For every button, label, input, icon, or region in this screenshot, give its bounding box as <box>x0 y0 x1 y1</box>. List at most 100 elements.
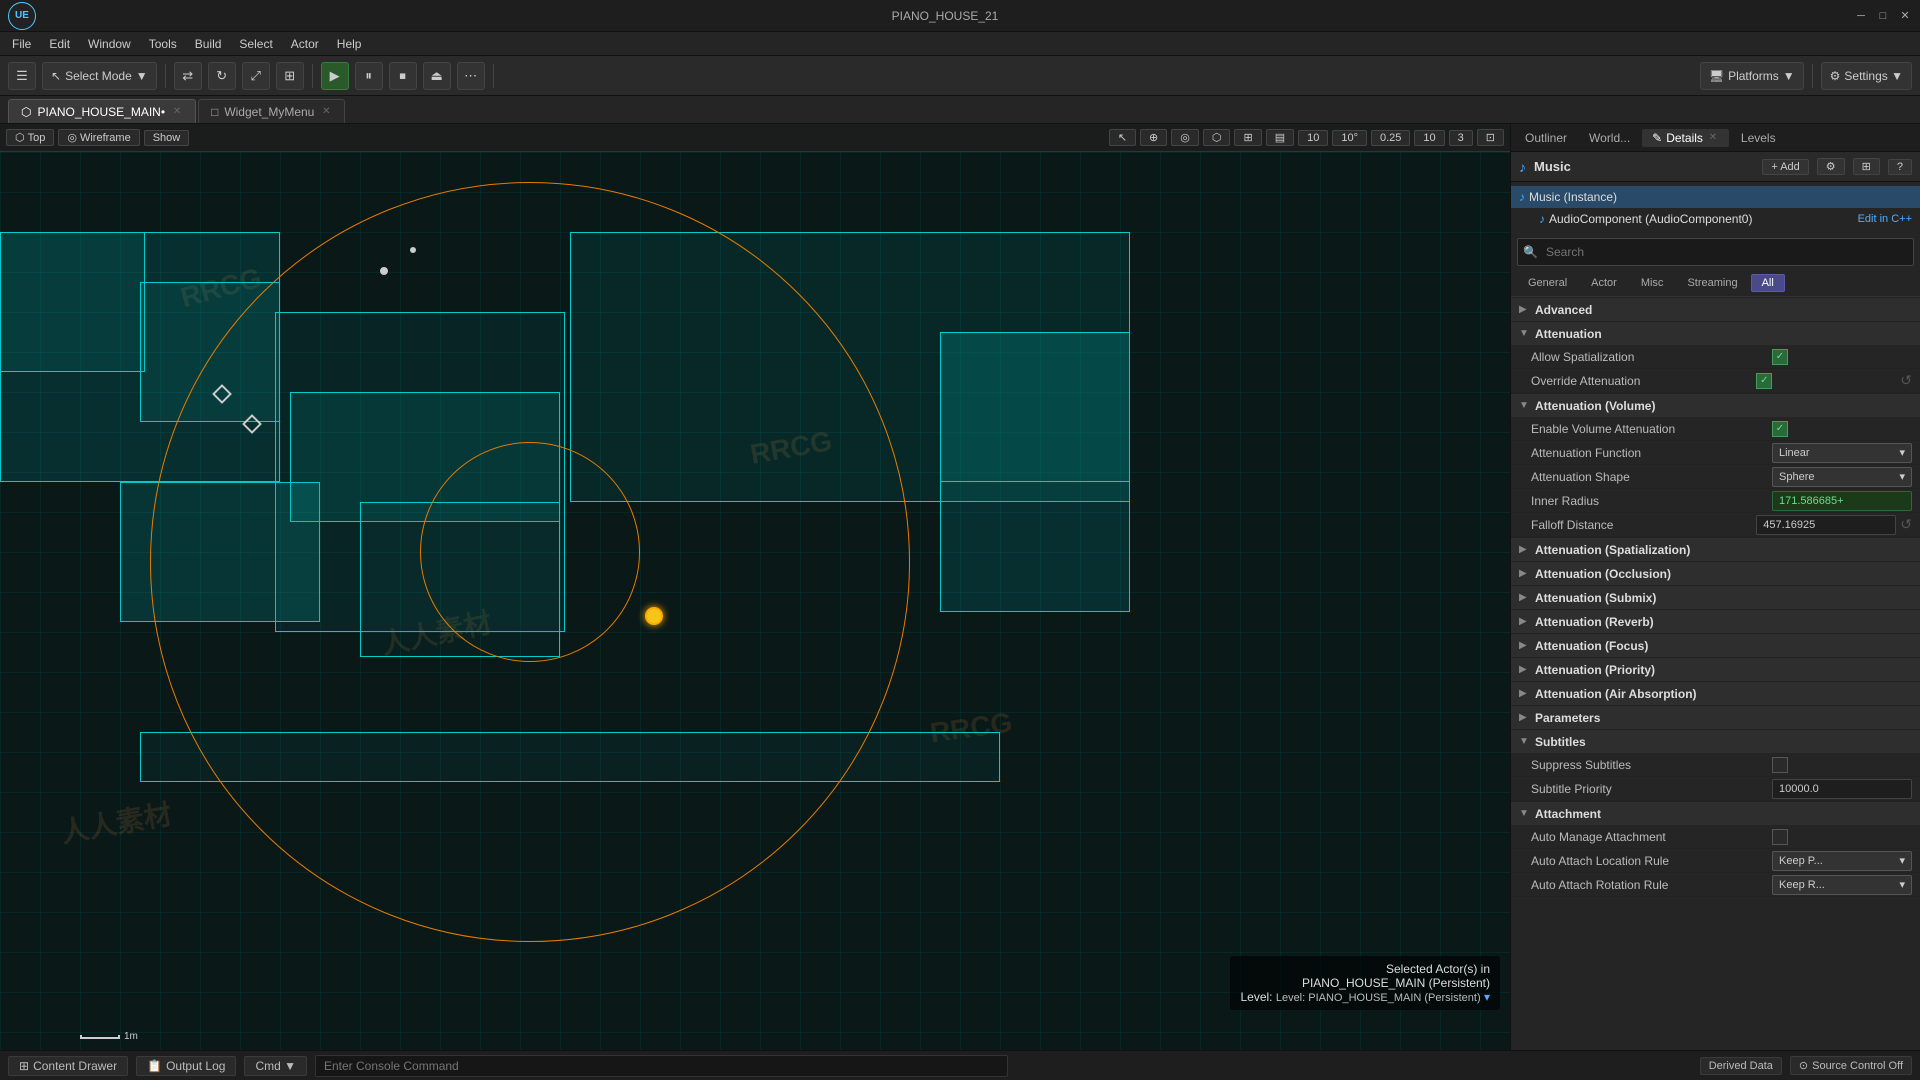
falloff-distance-reset[interactable]: ↺ <box>1900 516 1912 533</box>
menu-help[interactable]: Help <box>329 35 370 53</box>
menu-tools[interactable]: Tools <box>141 35 185 53</box>
vp-icon-1[interactable]: ↖ <box>1109 129 1136 146</box>
filter-tab-all[interactable]: All <box>1751 274 1785 292</box>
menu-window[interactable]: Window <box>80 35 139 53</box>
menu-select[interactable]: Select <box>231 35 280 53</box>
property-search-input[interactable] <box>1517 238 1914 266</box>
vp-icon-2[interactable]: ⊕ <box>1140 129 1167 146</box>
vp-viewport-count-alt[interactable]: 3 <box>1449 130 1473 146</box>
platforms-button[interactable]: 🖥 Platforms ▼ <box>1700 62 1804 90</box>
section-attenuation-focus[interactable]: ▶ Attenuation (Focus) <box>1511 633 1920 657</box>
stop-button[interactable]: ⏹ <box>389 62 417 90</box>
auto-manage-attachment-checkbox[interactable] <box>1772 829 1788 845</box>
cmd-button[interactable]: Cmd ▼ <box>244 1056 307 1076</box>
panel-tab-details[interactable]: ✎ Details ✕ <box>1642 129 1729 147</box>
subtitle-priority-input[interactable] <box>1772 779 1912 799</box>
tab-widget-close[interactable]: ✕ <box>320 106 332 118</box>
section-attenuation-air-absorption[interactable]: ▶ Attenuation (Air Absorption) <box>1511 681 1920 705</box>
viewport-lit-button[interactable]: ◎ Wireframe <box>58 129 139 146</box>
override-attenuation-reset[interactable]: ↺ <box>1900 372 1912 389</box>
minimize-button[interactable]: ─ <box>1854 9 1868 23</box>
panel-help-button[interactable]: ? <box>1888 159 1912 175</box>
allow-spatialization-checkbox[interactable] <box>1772 349 1788 365</box>
menu-edit[interactable]: Edit <box>41 35 78 53</box>
tree-item-audio-component[interactable]: ♪ AudioComponent (AudioComponent0) Edit … <box>1511 208 1920 230</box>
panel-tab-levels[interactable]: Levels <box>1731 129 1786 147</box>
console-input[interactable] <box>315 1055 1008 1077</box>
attenuation-shape-dropdown[interactable]: Sphere ▾ <box>1772 467 1912 487</box>
air-absorption-title: Attenuation (Air Absorption) <box>1535 687 1697 701</box>
panel-view-button[interactable]: ⊞ <box>1853 158 1880 175</box>
section-attenuation-reverb[interactable]: ▶ Attenuation (Reverb) <box>1511 609 1920 633</box>
vp-maximize[interactable]: ⊡ <box>1477 129 1504 146</box>
vp-icon-3[interactable]: ◎ <box>1171 129 1199 146</box>
scene-rect-2 <box>0 232 145 372</box>
transform-space-button[interactable]: ⊞ <box>276 62 304 90</box>
section-parameters[interactable]: ▶ Parameters <box>1511 705 1920 729</box>
vp-icon-5[interactable]: ⊞ <box>1234 129 1261 146</box>
tab-main-close[interactable]: ✕ <box>171 106 183 118</box>
vp-icon-4[interactable]: ⬡ <box>1203 129 1231 146</box>
falloff-distance-input[interactable] <box>1756 515 1896 535</box>
tab-main-map[interactable]: ⬡ PIANO_HOUSE_MAIN• ✕ <box>8 99 196 123</box>
menu-actor[interactable]: Actor <box>283 35 327 53</box>
panel-tab-outliner[interactable]: Outliner <box>1515 129 1577 147</box>
enable-volume-attenuation-checkbox[interactable] <box>1772 421 1788 437</box>
pause-button[interactable]: ⏸ <box>355 62 383 90</box>
select-mode-button[interactable]: ↖ Select Mode ▼ <box>42 62 157 90</box>
eject-button[interactable]: ⏏ <box>423 62 451 90</box>
tab-widget[interactable]: □ Widget_MyMenu ✕ <box>198 99 345 123</box>
details-tab-close[interactable]: ✕ <box>1707 132 1719 144</box>
scale-tool-button[interactable]: ⤢ <box>242 62 270 90</box>
perspective-icon: ⬡ <box>15 131 25 144</box>
auto-attach-rotation-dropdown[interactable]: Keep R... ▾ <box>1772 875 1912 895</box>
filter-tab-actor[interactable]: Actor <box>1580 274 1628 292</box>
override-attenuation-checkbox[interactable] <box>1756 373 1772 389</box>
content-drawer-button[interactable]: ⊞ Content Drawer <box>8 1056 128 1076</box>
vp-grid-size[interactable]: 10 <box>1298 130 1328 146</box>
filter-tab-streaming[interactable]: Streaming <box>1676 274 1748 292</box>
hamburger-button[interactable]: ☰ <box>8 62 36 90</box>
viewport-perspective-button[interactable]: ⬡ Top <box>6 129 54 146</box>
filter-tab-misc[interactable]: Misc <box>1630 274 1675 292</box>
tree-item-music-instance[interactable]: ♪ Music (Instance) <box>1511 186 1920 208</box>
vp-icon-6[interactable]: ▤ <box>1266 129 1294 146</box>
section-attenuation[interactable]: ▼ Attenuation <box>1511 321 1920 345</box>
output-log-button[interactable]: 📋 Output Log <box>136 1056 236 1076</box>
section-subtitles[interactable]: ▼ Subtitles <box>1511 729 1920 753</box>
maximize-button[interactable]: □ <box>1876 9 1890 23</box>
move-tool-button[interactable]: ⇄ <box>174 62 202 90</box>
section-attenuation-priority[interactable]: ▶ Attenuation (Priority) <box>1511 657 1920 681</box>
vp-camera-speed[interactable]: 0.25 <box>1371 130 1410 146</box>
properties-scroll-area[interactable]: ▶ Advanced ▼ Attenuation Allow Spatializ… <box>1511 297 1920 1050</box>
section-attenuation-occlusion[interactable]: ▶ Attenuation (Occlusion) <box>1511 561 1920 585</box>
menu-file[interactable]: File <box>4 35 39 53</box>
rotate-tool-button[interactable]: ↻ <box>208 62 236 90</box>
derived-data-button[interactable]: Derived Data <box>1700 1057 1782 1075</box>
vp-angle[interactable]: 10° <box>1332 130 1367 146</box>
auto-attach-location-dropdown[interactable]: Keep P... ▾ <box>1772 851 1912 871</box>
play-options-button[interactable]: ⋯ <box>457 62 485 90</box>
play-button[interactable]: ▶ <box>321 62 349 90</box>
menu-build[interactable]: Build <box>187 35 230 53</box>
level-dropdown-icon[interactable]: ▾ <box>1484 990 1490 1004</box>
vp-viewport-count[interactable]: 10 <box>1414 130 1444 146</box>
inner-radius-input[interactable] <box>1772 491 1912 511</box>
edit-in-cpp-button[interactable]: Edit in C++ <box>1858 213 1912 225</box>
section-advanced[interactable]: ▶ Advanced <box>1511 297 1920 321</box>
settings-button[interactable]: ⚙ Settings ▼ <box>1821 62 1912 90</box>
section-attenuation-volume[interactable]: ▼ Attenuation (Volume) <box>1511 393 1920 417</box>
panel-settings-button[interactable]: ⚙ <box>1817 158 1845 175</box>
panel-tab-world[interactable]: World... <box>1579 129 1640 147</box>
add-component-button[interactable]: + Add <box>1762 159 1808 175</box>
section-attenuation-submix[interactable]: ▶ Attenuation (Submix) <box>1511 585 1920 609</box>
section-attenuation-spatialization[interactable]: ▶ Attenuation (Spatialization) <box>1511 537 1920 561</box>
close-button[interactable]: ✕ <box>1898 9 1912 23</box>
viewport-show-button[interactable]: Show <box>144 130 190 146</box>
viewport[interactable]: ⬡ Top ◎ Wireframe Show ↖ ⊕ ◎ ⬡ ⊞ ▤ 10 10… <box>0 124 1510 1050</box>
source-control-button[interactable]: ⊙ Source Control Off <box>1790 1056 1912 1075</box>
attenuation-function-dropdown[interactable]: Linear ▾ <box>1772 443 1912 463</box>
suppress-subtitles-checkbox[interactable] <box>1772 757 1788 773</box>
filter-tab-general[interactable]: General <box>1517 274 1578 292</box>
section-attachment[interactable]: ▼ Attachment <box>1511 801 1920 825</box>
